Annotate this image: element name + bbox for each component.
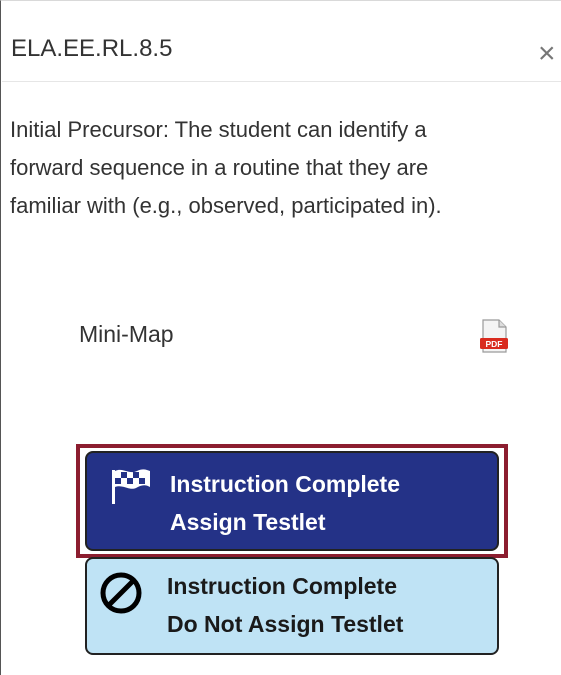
pdf-icon[interactable]: PDF — [479, 319, 509, 353]
assign-button-line1: Instruction Complete — [170, 471, 401, 497]
prohibited-icon — [100, 572, 142, 614]
standard-detail-panel: ELA.EE.RL.8.5 × Initial Precursor: The s… — [0, 0, 561, 675]
precursor-description: Initial Precursor: The student can ident… — [10, 111, 561, 225]
panel-header: ELA.EE.RL.8.5 × — [2, 1, 561, 82]
description-line: forward sequence in a routine that they … — [10, 155, 429, 180]
no-assign-button-line2: Do Not Assign Testlet — [167, 611, 404, 637]
description-line: Initial Precursor: The student can ident… — [10, 117, 427, 142]
instruction-complete-assign-testlet-button[interactable]: Instruction Complete Assign Testlet — [85, 451, 499, 551]
no-assign-button-line1: Instruction Complete — [167, 573, 398, 599]
assign-button-line2: Assign Testlet — [170, 509, 326, 535]
instruction-complete-do-not-assign-testlet-button[interactable]: Instruction Complete Do Not Assign Testl… — [85, 557, 499, 655]
close-icon[interactable]: × — [538, 39, 556, 69]
pdf-icon-label: PDF — [486, 339, 503, 349]
standard-code-title: ELA.EE.RL.8.5 — [11, 35, 173, 62]
mini-map-label: Mini-Map — [79, 321, 174, 347]
description-line: familiar with (e.g., observed, participa… — [10, 193, 442, 218]
checkered-flag-icon — [112, 469, 150, 504]
